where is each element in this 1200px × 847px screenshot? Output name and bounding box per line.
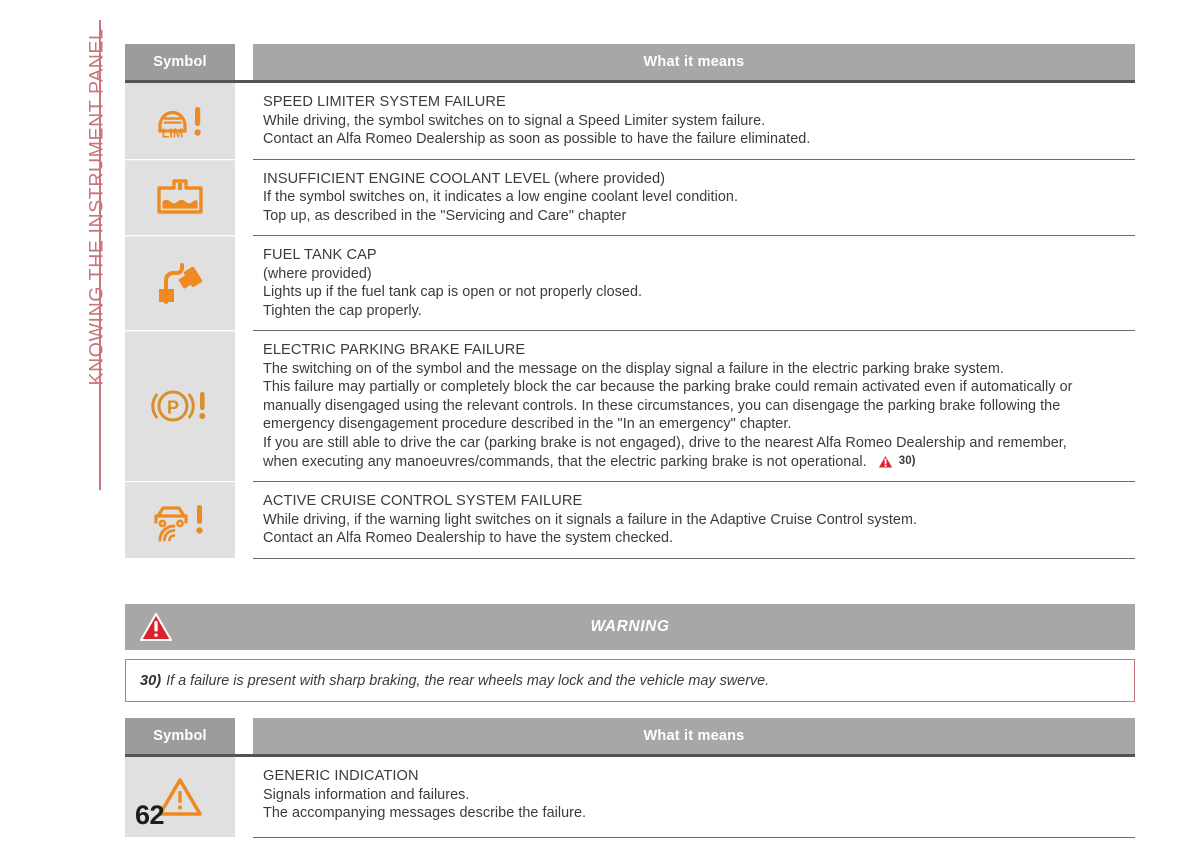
warning-block: WARNING 30) If a failure is present with…	[125, 604, 1135, 703]
row-gap	[235, 481, 253, 558]
symbol-description-line: Contact an Alfa Romeo Dealership to have…	[263, 530, 674, 547]
meaning-cell: SPEED LIMITER SYSTEM FAILURE While drivi…	[253, 83, 1135, 159]
header-gap	[235, 718, 253, 755]
electric-parking-brake-failure-icon: P	[149, 384, 211, 428]
warning-footnote: 30) If a failure is present with sharp b…	[125, 659, 1135, 703]
chapter-tab-rule	[99, 20, 101, 490]
symbol-description-line: (where provided)	[263, 265, 372, 282]
fuel-tank-cap-icon	[153, 260, 207, 306]
inline-footnote-marker: 30)	[877, 452, 916, 471]
symbol-description-line: manually disengaged using the relevant c…	[263, 397, 1061, 414]
speed-limiter-failure-icon: LIM	[151, 100, 209, 142]
chapter-title: KNOWING THE INSTRUMENT PANEL	[85, 28, 108, 386]
symbol-description-line: If the symbol switches on, it indicates …	[263, 189, 739, 205]
chapter-side-tab: KNOWING THE INSTRUMENT PANEL	[0, 0, 125, 520]
table-two-body: GENERIC INDICATION Signals information a…	[125, 757, 1135, 838]
table-two-header-symbol: Symbol	[125, 718, 235, 755]
symbols-table-one: Symbol What it means LIM SPEED LIMITER S…	[125, 44, 1135, 560]
table-one-header-symbol: Symbol	[125, 44, 235, 80]
symbol-cell	[125, 158, 235, 235]
symbol-description-line: The accompanying messages describe the f…	[263, 805, 587, 822]
table-row: FUEL TANK CAP (where provided) Lights up…	[125, 235, 1135, 330]
table-two-bottom-rule	[253, 837, 1135, 839]
table-row: LIM SPEED LIMITER SYSTEM FAILURE While d…	[125, 83, 1135, 159]
symbol-description-line: If you are still able to drive the car (…	[263, 434, 1067, 451]
symbol-cell	[125, 235, 235, 330]
row-gap	[235, 235, 253, 330]
warning-triangle-red-icon	[877, 454, 894, 469]
svg-text:LIM: LIM	[162, 126, 184, 140]
symbols-table-two: Symbol What it means GENERIC INDICATION …	[125, 718, 1135, 839]
meaning-cell: INSUFFICIENT ENGINE COOLANT LEVEL (where…	[253, 158, 1135, 235]
warning-footnote-text: If a failure is present with sharp braki…	[166, 672, 770, 689]
symbol-description-line: While driving, the symbol switches on to…	[263, 112, 766, 129]
meaning-cell: ACTIVE CRUISE CONTROL SYSTEM FAILURE Whi…	[253, 481, 1135, 558]
symbol-description-line: Tighten the cap properly.	[263, 302, 422, 319]
symbol-description-line: Contact an Alfa Romeo Dealership as soon…	[263, 131, 811, 147]
page-number: 62	[135, 800, 165, 830]
meaning-cell: ELECTRIC PARKING BRAKE FAILURE The switc…	[253, 330, 1135, 482]
symbol-title: SPEED LIMITER SYSTEM FAILURE	[263, 94, 506, 110]
symbol-description-text: when executing any manoeuvres/commands, …	[263, 453, 867, 470]
table-row: ACTIVE CRUISE CONTROL SYSTEM FAILURE Whi…	[125, 481, 1135, 558]
svg-text:P: P	[167, 397, 179, 417]
table-row: GENERIC INDICATION Signals information a…	[125, 757, 1135, 838]
engine-coolant-level-icon	[154, 177, 206, 217]
table-one-header-row: Symbol What it means	[125, 44, 1135, 80]
symbol-title: ACTIVE CRUISE CONTROL SYSTEM FAILURE	[263, 493, 583, 510]
symbol-description-line: Lights up if the fuel tank cap is open o…	[263, 284, 643, 300]
table-one-header-meaning: What it means	[253, 44, 1135, 80]
warning-banner: WARNING	[125, 604, 1135, 651]
symbol-cell	[125, 481, 235, 558]
warning-banner-title: WARNING	[590, 618, 670, 636]
symbol-title: GENERIC INDICATION	[263, 768, 419, 785]
symbol-description-line: While driving, if the warning light swit…	[263, 511, 918, 528]
symbol-description-line: This failure may partially or completely…	[263, 379, 1073, 395]
table-row: P ELECTRIC PARKING BRAKE FAILURE The swi…	[125, 330, 1135, 482]
table-two-header-meaning: What it means	[253, 718, 1135, 755]
meaning-cell: GENERIC INDICATION Signals information a…	[253, 757, 1135, 838]
symbol-description-line: Top up, as described in the "Servicing a…	[263, 207, 627, 224]
header-gap	[235, 44, 253, 80]
row-gap	[235, 83, 253, 159]
page-content: Symbol What it means LIM SPEED LIMITER S…	[125, 0, 1135, 847]
symbol-title: ELECTRIC PARKING BRAKE FAILURE	[263, 342, 526, 358]
row-gap	[235, 330, 253, 482]
row-gap	[235, 158, 253, 235]
symbol-description-line: emergency disengagement procedure descri…	[263, 416, 792, 432]
table-one-bottom-rule	[253, 557, 1135, 560]
meaning-cell: FUEL TANK CAP (where provided) Lights up…	[253, 235, 1135, 330]
warning-footnote-number: 30)	[140, 672, 162, 689]
table-row: INSUFFICIENT ENGINE COOLANT LEVEL (where…	[125, 158, 1135, 235]
row-gap	[235, 757, 253, 838]
symbol-title: INSUFFICIENT ENGINE COOLANT LEVEL (where…	[263, 170, 666, 187]
adaptive-cruise-control-failure-icon	[150, 496, 210, 544]
symbol-description-last-line: when executing any manoeuvres/commands, …	[263, 452, 1127, 471]
symbol-cell: LIM	[125, 83, 235, 159]
symbol-description-line: Signals information and failures.	[263, 786, 470, 803]
footnote-reference: 30)	[898, 455, 916, 467]
symbol-title: FUEL TANK CAP	[263, 247, 377, 263]
table-one-body: LIM SPEED LIMITER SYSTEM FAILURE While d…	[125, 83, 1135, 558]
table-two-header-row: Symbol What it means	[125, 718, 1135, 755]
symbol-description-line: The switching on of the symbol and the m…	[263, 360, 1004, 377]
symbol-cell: P	[125, 330, 235, 482]
